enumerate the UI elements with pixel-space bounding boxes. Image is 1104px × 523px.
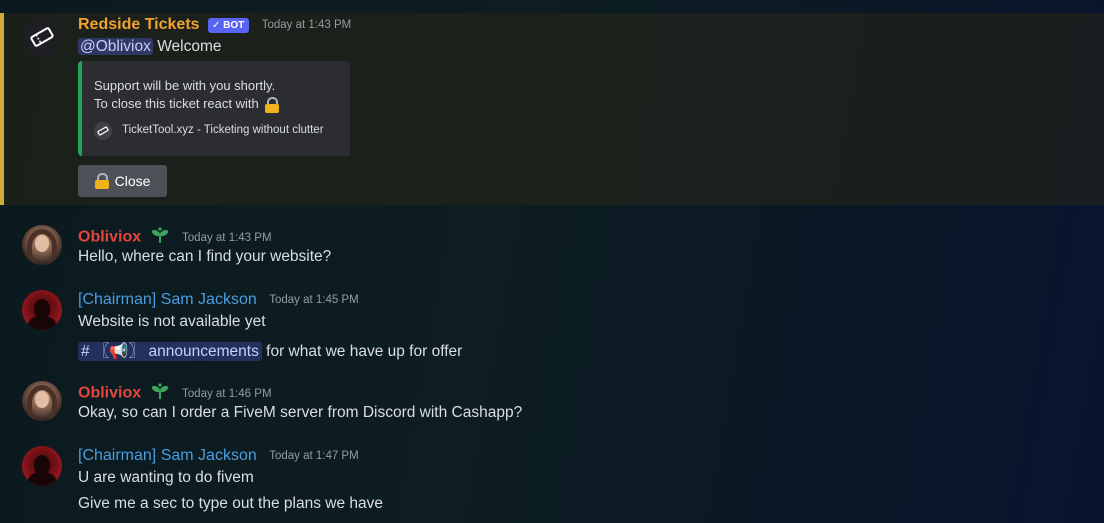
embed-line-1: Support will be with you shortly. [94,78,276,93]
close-button-label: Close [114,173,151,189]
embed-line-2-text: To close this ticket react with [94,96,259,111]
message-header: [Chairman] Sam Jackson Today at 1:45 PM [78,291,359,309]
bot-avatar[interactable] [22,17,62,57]
timestamp: Today at 1:46 PM [182,387,272,400]
message-text: Website is not available yet [78,313,266,330]
timestamp: Today at 1:43 PM [261,19,352,31]
username[interactable]: Redside Tickets [78,16,200,33]
avatar[interactable] [22,290,62,330]
username[interactable]: Obliviox [78,385,141,402]
username[interactable]: Obliviox [78,229,141,246]
message-header: Obliviox Today at 1:43 PM [78,226,272,249]
message-header: Obliviox Today at 1:46 PM [78,382,272,405]
ticket-icon [30,27,54,47]
lock-icon [94,173,109,189]
message-text: Welcome [157,38,222,55]
embed-footer: TicketTool.xyz - Ticketing without clutt… [122,124,324,136]
message-text: Hello, where can I find your website? [78,248,332,265]
user-mention[interactable]: @Obliviox [78,38,153,55]
message-text: Give me a sec to type out the plans we h… [78,495,384,512]
bot-message-text: @Obliviox Welcome [78,38,222,56]
timestamp: Today at 1:43 PM [182,231,272,244]
avatar[interactable] [22,446,62,486]
ticket-embed: Support will be with you shortly. To clo… [78,61,350,156]
avatar[interactable] [22,381,62,421]
bot-tag: ✓ BOT [208,17,250,33]
close-ticket-button[interactable]: Close [78,165,167,197]
channel-mention-announcements[interactable]: # 〖📢〗 announcements [78,342,262,361]
bot-message-header: Redside Tickets ✓ BOT Today at 1:43 PM [78,16,351,34]
message-header: [Chairman] Sam Jackson Today at 1:47 PM [78,447,359,465]
message-text: U are wanting to do fivem [78,469,254,486]
message-text-channel: # 〖📢〗 announcements for what we have up … [78,339,462,361]
embed-line-2: To close this ticket react with [94,96,280,113]
lock-icon [265,96,280,113]
sprout-icon [150,382,170,405]
message-text: Okay, so can I order a FiveM server from… [78,404,523,421]
username[interactable]: [Chairman] Sam Jackson [78,291,257,308]
channel-suffix-text: for what we have up for offer [266,343,463,360]
timestamp: Today at 1:47 PM [269,450,359,462]
avatar[interactable] [22,225,62,265]
sprout-icon [150,226,170,249]
tickettool-icon [94,122,112,140]
username[interactable]: [Chairman] Sam Jackson [78,447,257,464]
timestamp: Today at 1:45 PM [269,294,359,306]
